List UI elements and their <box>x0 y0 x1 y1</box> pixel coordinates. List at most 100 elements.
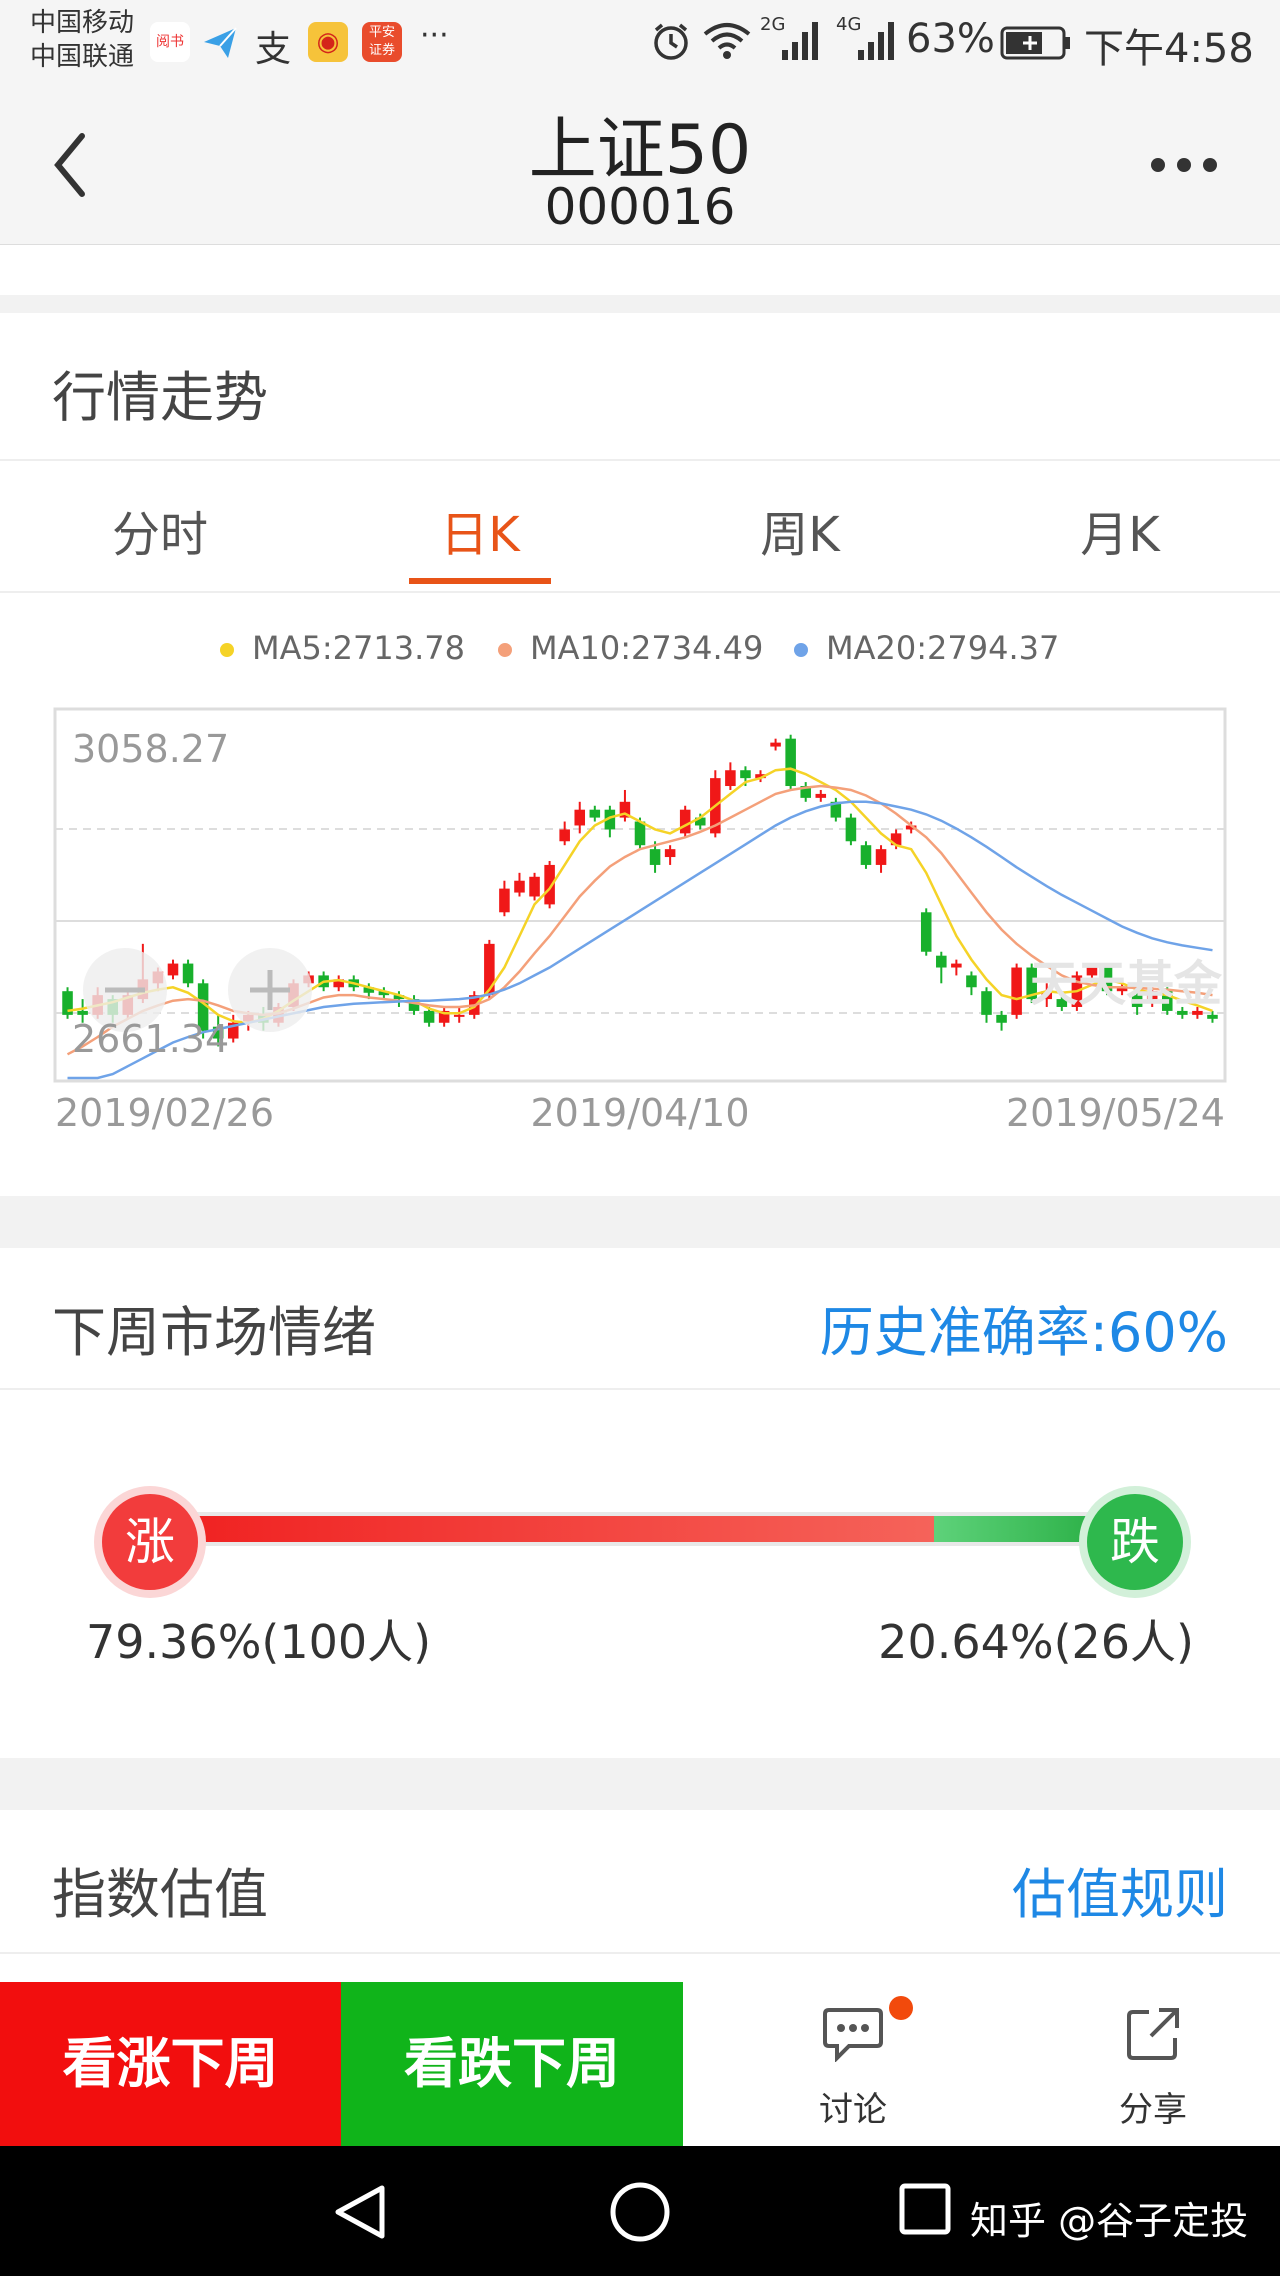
chart-watermark: 天天基金 <box>1030 956 1223 1012</box>
more-menu-button[interactable] <box>1148 150 1220 184</box>
chat-bubble-icon <box>823 2008 883 2062</box>
wifi-icon <box>702 20 752 64</box>
tab-weekly-k[interactable]: 周K <box>720 495 880 565</box>
y-max-label: 3058.27 <box>72 727 229 771</box>
divider <box>0 459 1280 461</box>
ma5-label: MA5:2713.78 <box>252 629 465 667</box>
nav-back-icon[interactable] <box>330 2182 390 2242</box>
more-notifications-icon: ··· <box>420 18 449 53</box>
nav-recents-icon[interactable] <box>898 2182 952 2236</box>
share-button[interactable]: 分享 <box>1083 2002 1223 2132</box>
ma10-label: MA10:2734.49 <box>530 629 764 667</box>
divider <box>0 1388 1280 1390</box>
candle-body <box>920 912 932 952</box>
status-bar: 中国移动 中国联通 阅书 支 ◉ 平安 证券 ··· 2G 4G 63% 下午4:… <box>0 0 1280 80</box>
valuation-card: 指数估值 估值规则 <box>0 1810 1280 1982</box>
sentiment-card: 下周市场情绪 历史准确率:60% <box>0 1248 1280 1758</box>
index-code: 000016 <box>544 178 736 236</box>
candle-body <box>664 849 676 858</box>
candle-body <box>740 770 751 779</box>
candle-body <box>996 1014 1007 1023</box>
candle-body <box>981 991 992 1015</box>
candle-body <box>845 817 857 842</box>
candle-body <box>936 955 947 968</box>
share-label: 分享 <box>1119 2090 1187 2130</box>
notification-dot <box>889 1996 913 2020</box>
rise-percentage: 79.36%(100人) <box>86 1615 432 1669</box>
candle-body <box>649 849 661 865</box>
candle-body <box>785 738 796 787</box>
candle-body <box>966 975 977 988</box>
candle-body <box>770 742 781 747</box>
system-nav-bar: 知乎 @谷子定投 <box>0 2146 1280 2276</box>
legend-ma5: MA5:2713.78 <box>220 629 465 667</box>
candle-body <box>951 963 962 968</box>
tab-intraday[interactable]: 分时 <box>80 495 240 565</box>
candle-body <box>77 1010 88 1015</box>
discuss-label: 讨论 <box>819 2090 887 2130</box>
more-horizontal-icon <box>1151 158 1217 172</box>
zhihu-watermark: 知乎 @谷子定投 <box>970 2199 1249 2243</box>
sentiment-up-fill <box>140 1516 934 1542</box>
sentiment-title: 下周市场情绪 <box>52 1301 376 1364</box>
fall-badge: 跌 <box>1087 1494 1183 1590</box>
valuation-title: 指数估值 <box>52 1863 268 1926</box>
ma5-dot <box>220 643 234 657</box>
accuracy-link[interactable]: 历史准确率:60% <box>820 1288 1228 1367</box>
fall-percentage: 20.64%(26人) <box>878 1615 1194 1669</box>
alarm-icon <box>650 20 692 66</box>
tab-daily-k[interactable]: 日K <box>400 495 560 565</box>
ma20-label: MA20:2794.37 <box>826 629 1060 667</box>
clock: 下午4:58 <box>1084 26 1254 72</box>
candle-body <box>529 876 540 897</box>
weibo-icon: ◉ <box>308 22 348 62</box>
candle-body <box>1207 1014 1218 1019</box>
candle-body <box>499 888 510 913</box>
legend-ma10: MA10:2734.49 <box>498 629 763 667</box>
signal-icon-2 <box>856 18 900 66</box>
share-icon <box>1127 2008 1179 2060</box>
previous-card-bottom <box>0 245 1280 295</box>
sentiment-bar <box>120 1512 1160 1546</box>
candle-body <box>574 809 586 826</box>
x-tick-end: 2019/05/24 <box>1006 1091 1225 1135</box>
divider <box>0 1952 1280 1954</box>
bullish-next-week-button[interactable]: 看涨下周 <box>0 1982 341 2146</box>
candlestick-chart[interactable]: 天天基金 3058.27 2661.34 2019/02/26 2019/04/… <box>0 700 1280 1150</box>
discuss-button[interactable]: 讨论 <box>783 1996 923 2132</box>
candle-body <box>634 821 646 846</box>
market-trend-title: 行情走势 <box>52 366 268 429</box>
rise-badge: 涨 <box>102 1494 198 1590</box>
candle-body <box>725 770 736 787</box>
nav-home-icon[interactable] <box>608 2180 672 2244</box>
alipay-icon: 支 <box>255 29 292 70</box>
candle-body <box>1011 967 1022 1015</box>
candle-body <box>453 1014 465 1017</box>
legend-ma20: MA20:2794.37 <box>794 629 1059 667</box>
candle-body <box>875 849 887 865</box>
candle-body <box>167 963 179 976</box>
reader-app-icon: 阅书 <box>150 22 190 62</box>
tab-monthly-k[interactable]: 月K <box>1040 495 1200 565</box>
active-tab-underline <box>409 578 551 584</box>
paper-plane-icon <box>200 22 240 62</box>
carrier-1: 中国移动 <box>30 8 135 38</box>
candle-body <box>559 829 570 842</box>
divider <box>0 591 1280 593</box>
x-tick-middle: 2019/04/10 <box>530 1091 749 1135</box>
candle-body <box>514 880 525 893</box>
candle-body <box>860 845 872 865</box>
valuation-rule-link[interactable]: 估值规则 <box>1012 1850 1228 1929</box>
ma10-dot <box>498 643 512 657</box>
candle-body <box>182 963 194 984</box>
carrier-2: 中国联通 <box>30 42 135 72</box>
candle-body <box>589 809 601 818</box>
candle-body <box>815 793 827 798</box>
y-min-label: 2661.34 <box>72 1017 229 1061</box>
page-header: 上证50 000016 <box>0 80 1280 245</box>
pingan-app-icon: 平安 证券 <box>362 22 402 62</box>
x-tick-start: 2019/02/26 <box>55 1091 274 1135</box>
battery-percent: 63% <box>906 16 995 62</box>
bearish-next-week-button[interactable]: 看跌下周 <box>341 1982 683 2146</box>
bottom-actions: 讨论 分享 <box>683 1982 1280 2146</box>
